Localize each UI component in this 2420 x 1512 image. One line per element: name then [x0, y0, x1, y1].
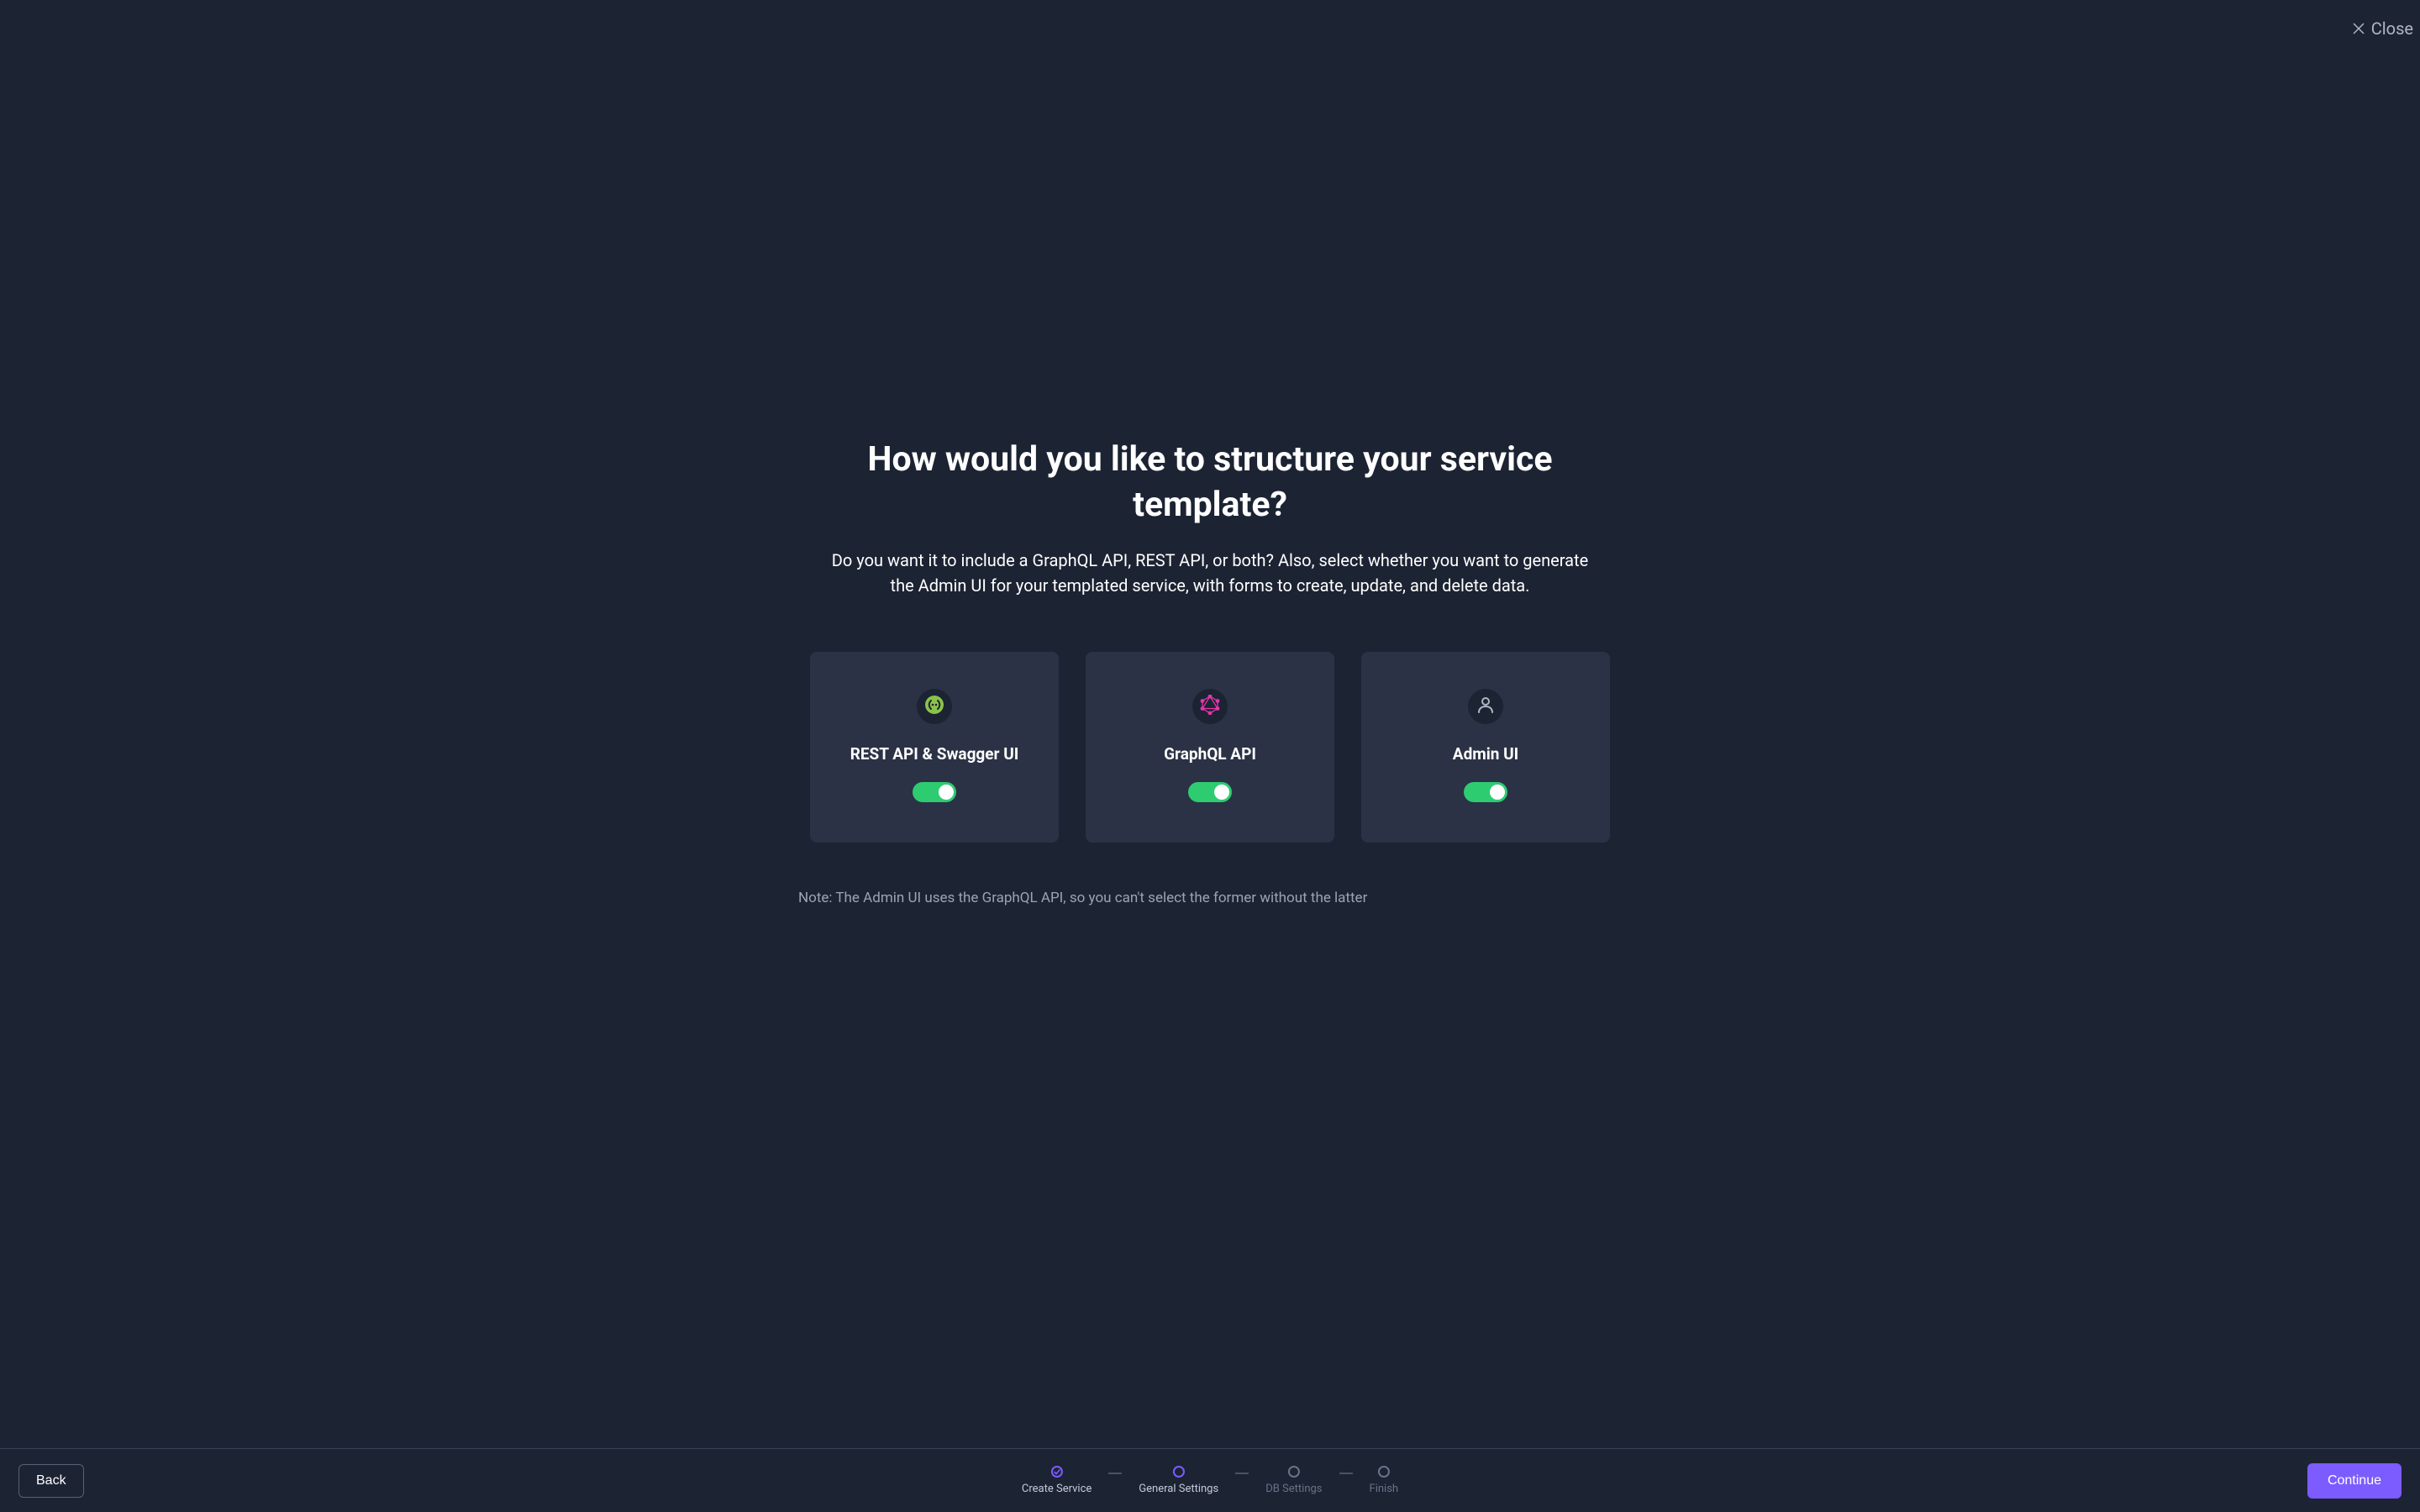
option-title-admin: Admin UI: [1453, 744, 1518, 764]
step-label: DB Settings: [1265, 1483, 1322, 1495]
graphql-icon: [1200, 695, 1220, 718]
step-indicator: [1378, 1466, 1390, 1478]
step-label: Create Service: [1022, 1483, 1092, 1495]
toggle-knob: [1214, 785, 1229, 800]
step-indicator: [1288, 1466, 1300, 1478]
options-row: REST API & Swagger UI: [798, 652, 1622, 843]
dependency-note: Note: The Admin UI uses the GraphQL API,…: [798, 890, 1622, 906]
option-card-rest: REST API & Swagger UI: [810, 652, 1059, 843]
continue-button[interactable]: Continue: [2307, 1463, 2402, 1499]
toggle-rest[interactable]: [913, 782, 956, 802]
close-label: Close: [2371, 18, 2413, 39]
page-description: Do you want it to include a GraphQL API,…: [823, 548, 1597, 598]
step-indicator-active: [1173, 1466, 1185, 1478]
admin-ui-icon-circle: [1468, 689, 1503, 724]
wizard-steps: Create Service General Settings DB Setti…: [1022, 1466, 1398, 1495]
option-card-admin: Admin UI: [1361, 652, 1610, 843]
toggle-admin[interactable]: [1464, 782, 1507, 802]
option-card-graphql: GraphQL API: [1086, 652, 1334, 843]
option-title-rest: REST API & Swagger UI: [850, 744, 1019, 764]
close-icon: [2353, 18, 2365, 39]
rest-api-icon-circle: [917, 689, 952, 724]
step-connector: [1339, 1473, 1353, 1474]
step-connector: [1235, 1473, 1249, 1474]
toggle-graphql[interactable]: [1188, 782, 1232, 802]
step-label: General Settings: [1139, 1483, 1218, 1495]
toggle-knob: [939, 785, 954, 800]
close-button[interactable]: Close: [2346, 15, 2420, 42]
step-create-service: Create Service: [1022, 1466, 1092, 1495]
step-label: Finish: [1370, 1483, 1399, 1495]
step-finish: Finish: [1370, 1466, 1399, 1495]
option-title-graphql: GraphQL API: [1164, 744, 1256, 764]
page-heading: How would you like to structure your ser…: [798, 438, 1622, 528]
step-db-settings: DB Settings: [1265, 1466, 1322, 1495]
graphql-icon-circle: [1192, 689, 1228, 724]
footer-bar: Back Create Service General Settings DB …: [0, 1448, 2420, 1512]
step-connector: [1108, 1473, 1122, 1474]
toggle-knob: [1490, 785, 1505, 800]
step-general-settings: General Settings: [1139, 1466, 1218, 1495]
user-icon: [1476, 695, 1496, 718]
step-indicator-completed: [1051, 1466, 1063, 1478]
main-content: How would you like to structure your ser…: [0, 0, 2420, 1445]
back-button[interactable]: Back: [18, 1464, 84, 1498]
rest-api-icon: [924, 695, 944, 718]
